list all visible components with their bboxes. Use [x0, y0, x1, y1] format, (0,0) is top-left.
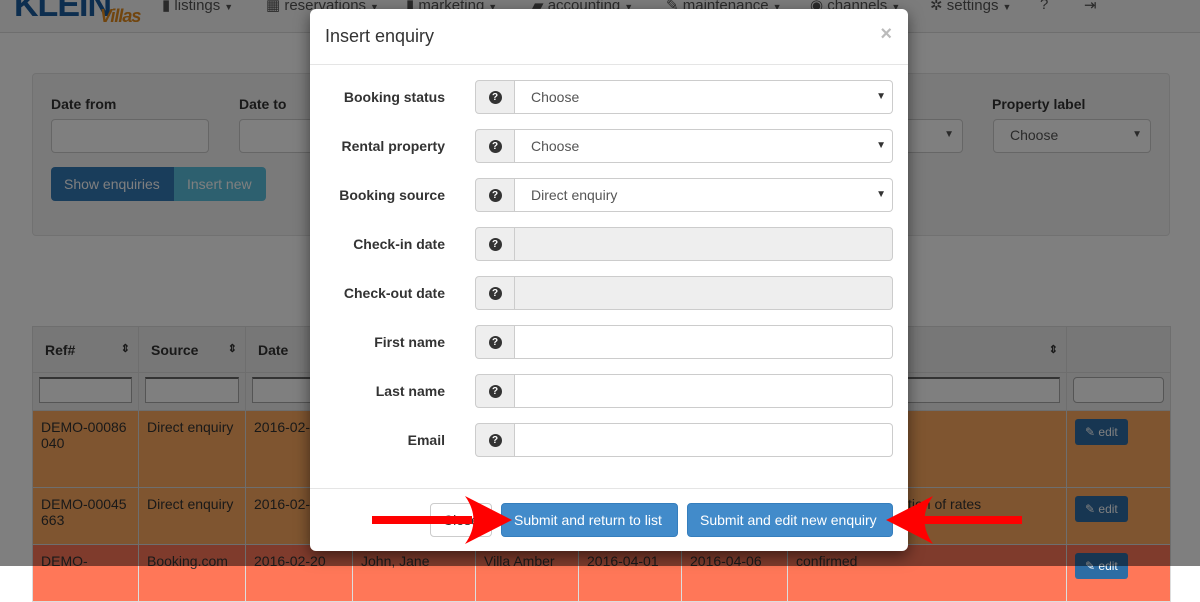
- arrow-left-icon: [886, 496, 1022, 544]
- arrow-right-icon: [372, 496, 512, 544]
- annotation-arrows: [372, 496, 1022, 544]
